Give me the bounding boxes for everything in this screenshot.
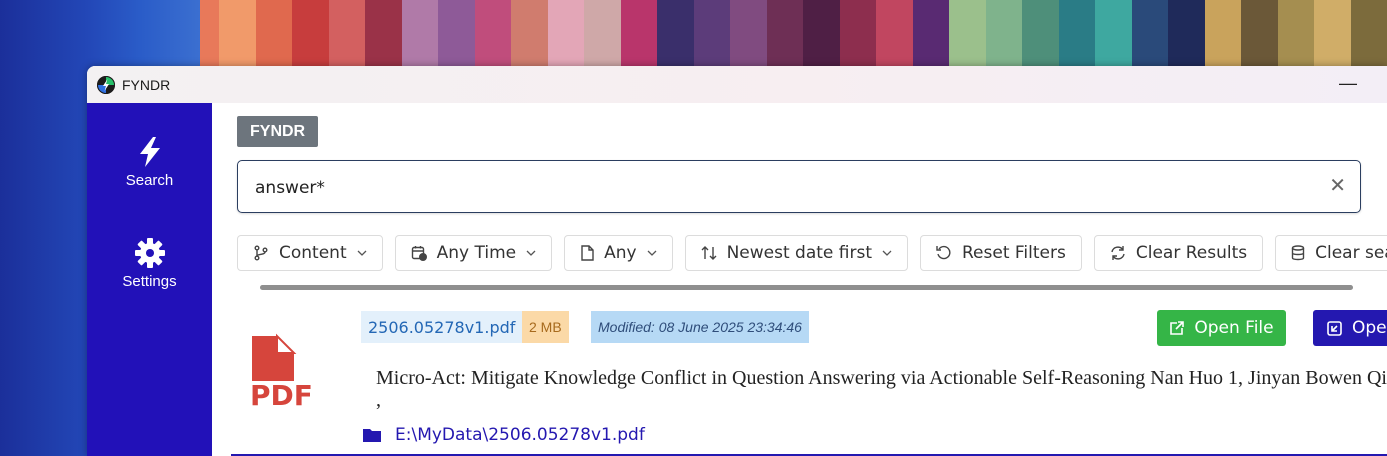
clear-searchbox-label: Clear searchbo <box>1315 243 1387 263</box>
app-window: FYNDR — Search Settings FYNDR answer* ✕ … <box>87 66 1387 456</box>
minimize-button[interactable]: — <box>1339 74 1357 92</box>
clear-results-label: Clear Results <box>1135 243 1248 263</box>
open-folder-button[interactable]: Ope <box>1313 310 1387 346</box>
refresh-icon <box>1110 245 1126 261</box>
search-box[interactable]: ✕ <box>237 160 1361 213</box>
title-bar: FYNDR — <box>87 66 1387 103</box>
gear-icon <box>134 238 165 268</box>
sidebar-item-label: Settings <box>122 273 177 290</box>
open-file-label: Open File <box>1194 318 1274 338</box>
type-filter-dropdown[interactable]: Any <box>564 235 673 271</box>
sort-arrows-icon <box>701 245 717 261</box>
sidebar-item-settings[interactable]: Settings <box>87 237 212 290</box>
time-filter-dropdown[interactable]: Any Time <box>394 235 553 271</box>
chevron-down-icon <box>882 250 892 256</box>
type-filter-label: Any <box>604 243 637 263</box>
file-size-badge: 2 MB <box>522 311 569 343</box>
clear-results-button[interactable]: Clear Results <box>1093 235 1264 271</box>
database-icon <box>1291 245 1305 261</box>
file-name-tag: 2506.05278v1.pdf <box>361 311 523 343</box>
sidebar-item-search[interactable]: Search <box>87 136 212 189</box>
clear-searchbox-button[interactable]: Clear searchbo <box>1275 235 1387 271</box>
search-input[interactable] <box>253 174 1307 202</box>
chevron-down-icon <box>647 250 657 256</box>
time-filter-label: Any Time <box>436 243 517 263</box>
sidebar: Search Settings <box>87 103 212 456</box>
app-logo-icon <box>97 75 115 94</box>
result-item: PDF 2506.05278v1.pdf 2 MB Modified: 08 J… <box>212 303 1387 456</box>
folder-icon <box>362 427 382 443</box>
scrollbar-thumb[interactable] <box>260 285 1353 290</box>
filter-bar: Content Any Time Any Newest date first R… <box>237 235 1387 273</box>
brand-badge: FYNDR <box>237 116 319 147</box>
content-filter-dropdown[interactable]: Content <box>237 235 383 271</box>
file-path-label: E:\MyData\2506.05278v1.pdf <box>395 425 645 445</box>
branch-icon <box>253 245 269 261</box>
svg-text:PDF: PDF <box>250 379 313 411</box>
main-content: FYNDR ✕ Content <box>212 103 1387 456</box>
open-folder-label: Ope <box>1352 318 1387 338</box>
reset-filters-button[interactable]: Reset Filters <box>920 235 1082 271</box>
content-filter-label: Content <box>279 243 347 263</box>
window-title: FYNDR <box>122 76 171 93</box>
modified-date-badge: Modified: 08 June 2025 23:34:46 <box>591 311 809 343</box>
open-arrow-icon <box>1327 320 1342 336</box>
sort-label: Newest date first <box>726 243 872 263</box>
open-file-button[interactable]: Open File <box>1157 310 1286 346</box>
undo-icon <box>936 245 952 261</box>
result-snippet: Micro-Act: Mitigate Knowledge Conflict i… <box>376 367 1387 411</box>
horizontal-scrollbar[interactable] <box>260 285 1353 290</box>
external-link-icon <box>1169 320 1185 336</box>
reset-filters-label: Reset Filters <box>962 243 1066 263</box>
file-path-link[interactable]: E:\MyData\2506.05278v1.pdf <box>362 425 645 445</box>
chevron-down-icon <box>526 250 536 256</box>
calendar-clock-icon <box>411 245 427 261</box>
chevron-down-icon <box>357 250 367 256</box>
sort-dropdown[interactable]: Newest date first <box>684 235 908 271</box>
close-icon[interactable]: ✕ <box>1329 173 1346 198</box>
file-icon <box>580 245 594 261</box>
bolt-icon <box>139 137 160 167</box>
pdf-file-icon: PDF <box>250 333 313 411</box>
sidebar-item-label: Search <box>125 172 174 189</box>
